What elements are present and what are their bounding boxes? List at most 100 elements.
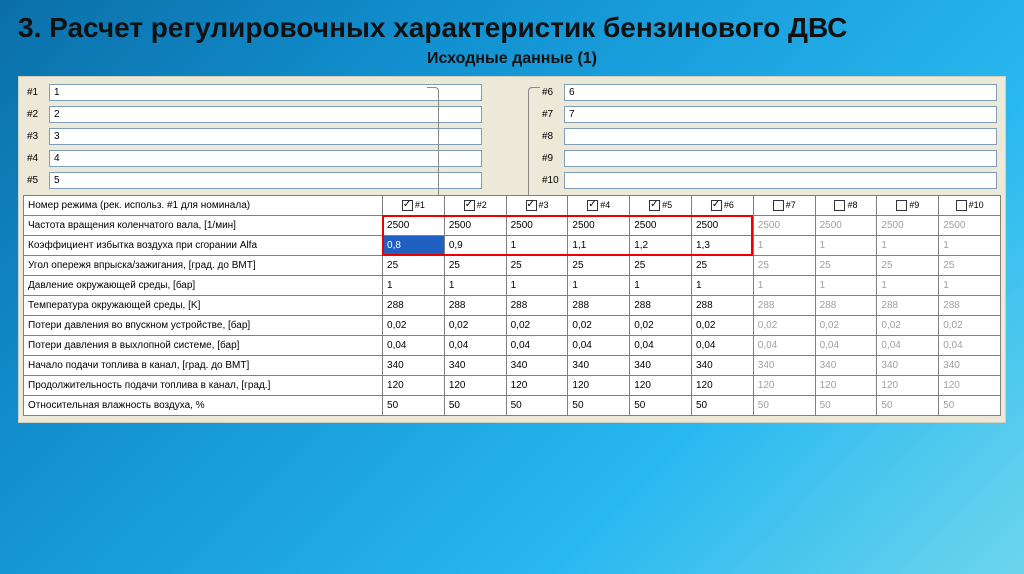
checkbox-icon[interactable] bbox=[834, 200, 845, 211]
value-cell[interactable]: 2500 bbox=[444, 216, 506, 236]
value-cell[interactable]: 50 bbox=[692, 396, 754, 416]
mode-left-input[interactable] bbox=[49, 150, 482, 167]
value-cell[interactable]: 288 bbox=[753, 296, 815, 316]
value-cell[interactable]: 288 bbox=[383, 296, 445, 316]
value-cell[interactable]: 0,02 bbox=[877, 316, 939, 336]
value-cell[interactable]: 340 bbox=[568, 356, 630, 376]
column-header[interactable]: #5 bbox=[630, 196, 692, 216]
checkbox-icon[interactable] bbox=[402, 200, 413, 211]
value-cell[interactable]: 0,02 bbox=[568, 316, 630, 336]
value-cell[interactable]: 120 bbox=[630, 376, 692, 396]
value-cell[interactable]: 1 bbox=[939, 236, 1001, 256]
mode-right-input[interactable] bbox=[564, 128, 997, 145]
value-cell[interactable]: 0,02 bbox=[692, 316, 754, 336]
value-cell[interactable]: 1 bbox=[877, 236, 939, 256]
value-cell[interactable]: 0,8 bbox=[383, 236, 445, 256]
value-cell[interactable]: 340 bbox=[630, 356, 692, 376]
value-cell[interactable]: 1 bbox=[506, 276, 568, 296]
value-cell[interactable]: 120 bbox=[383, 376, 445, 396]
value-cell[interactable]: 288 bbox=[630, 296, 692, 316]
column-header[interactable]: #9 bbox=[877, 196, 939, 216]
column-header[interactable]: #7 bbox=[753, 196, 815, 216]
value-cell[interactable]: 2500 bbox=[383, 216, 445, 236]
value-cell[interactable]: 0,04 bbox=[383, 336, 445, 356]
value-cell[interactable]: 1 bbox=[753, 236, 815, 256]
value-cell[interactable]: 0,02 bbox=[506, 316, 568, 336]
value-cell[interactable]: 25 bbox=[815, 256, 877, 276]
value-cell[interactable]: 288 bbox=[877, 296, 939, 316]
value-cell[interactable]: 0,02 bbox=[753, 316, 815, 336]
checkbox-icon[interactable] bbox=[649, 200, 660, 211]
value-cell[interactable]: 120 bbox=[506, 376, 568, 396]
checkbox-icon[interactable] bbox=[773, 200, 784, 211]
value-cell[interactable]: 1 bbox=[692, 276, 754, 296]
value-cell[interactable]: 288 bbox=[815, 296, 877, 316]
value-cell[interactable]: 1 bbox=[815, 276, 877, 296]
column-header[interactable]: #4 bbox=[568, 196, 630, 216]
value-cell[interactable]: 25 bbox=[506, 256, 568, 276]
value-cell[interactable]: 2500 bbox=[939, 216, 1001, 236]
value-cell[interactable]: 120 bbox=[939, 376, 1001, 396]
value-cell[interactable]: 0,04 bbox=[444, 336, 506, 356]
value-cell[interactable]: 120 bbox=[568, 376, 630, 396]
value-cell[interactable]: 0,9 bbox=[444, 236, 506, 256]
value-cell[interactable]: 120 bbox=[692, 376, 754, 396]
value-cell[interactable]: 0,04 bbox=[939, 336, 1001, 356]
value-cell[interactable]: 0,02 bbox=[383, 316, 445, 336]
value-cell[interactable]: 2500 bbox=[506, 216, 568, 236]
value-cell[interactable]: 2500 bbox=[692, 216, 754, 236]
checkbox-icon[interactable] bbox=[464, 200, 475, 211]
mode-right-input[interactable] bbox=[564, 84, 997, 101]
column-header[interactable]: #3 bbox=[506, 196, 568, 216]
value-cell[interactable]: 1 bbox=[568, 276, 630, 296]
checkbox-icon[interactable] bbox=[526, 200, 537, 211]
value-cell[interactable]: 1 bbox=[444, 276, 506, 296]
value-cell[interactable]: 288 bbox=[444, 296, 506, 316]
value-cell[interactable]: 50 bbox=[444, 396, 506, 416]
value-cell[interactable]: 340 bbox=[383, 356, 445, 376]
value-cell[interactable]: 1 bbox=[753, 276, 815, 296]
value-cell[interactable]: 2500 bbox=[815, 216, 877, 236]
value-cell[interactable]: 50 bbox=[939, 396, 1001, 416]
value-cell[interactable]: 288 bbox=[506, 296, 568, 316]
value-cell[interactable]: 0,02 bbox=[444, 316, 506, 336]
value-cell[interactable]: 0,04 bbox=[753, 336, 815, 356]
value-cell[interactable]: 0,04 bbox=[506, 336, 568, 356]
value-cell[interactable]: 120 bbox=[877, 376, 939, 396]
value-cell[interactable]: 1 bbox=[383, 276, 445, 296]
value-cell[interactable]: 340 bbox=[692, 356, 754, 376]
value-cell[interactable]: 2500 bbox=[753, 216, 815, 236]
mode-right-input[interactable] bbox=[564, 150, 997, 167]
value-cell[interactable]: 340 bbox=[939, 356, 1001, 376]
value-cell[interactable]: 2500 bbox=[568, 216, 630, 236]
value-cell[interactable]: 0,02 bbox=[815, 316, 877, 336]
value-cell[interactable]: 340 bbox=[815, 356, 877, 376]
value-cell[interactable]: 120 bbox=[444, 376, 506, 396]
value-cell[interactable]: 1,2 bbox=[630, 236, 692, 256]
value-cell[interactable]: 340 bbox=[506, 356, 568, 376]
value-cell[interactable]: 25 bbox=[444, 256, 506, 276]
value-cell[interactable]: 288 bbox=[939, 296, 1001, 316]
value-cell[interactable]: 0,04 bbox=[692, 336, 754, 356]
column-header[interactable]: #6 bbox=[692, 196, 754, 216]
value-cell[interactable]: 25 bbox=[630, 256, 692, 276]
value-cell[interactable]: 0,04 bbox=[877, 336, 939, 356]
value-cell[interactable]: 1,3 bbox=[692, 236, 754, 256]
value-cell[interactable]: 1,1 bbox=[568, 236, 630, 256]
value-cell[interactable]: 0,02 bbox=[939, 316, 1001, 336]
value-cell[interactable]: 340 bbox=[444, 356, 506, 376]
value-cell[interactable]: 25 bbox=[383, 256, 445, 276]
value-cell[interactable]: 1 bbox=[630, 276, 692, 296]
value-cell[interactable]: 50 bbox=[568, 396, 630, 416]
mode-left-input[interactable] bbox=[49, 106, 482, 123]
value-cell[interactable]: 120 bbox=[753, 376, 815, 396]
value-cell[interactable]: 50 bbox=[753, 396, 815, 416]
value-cell[interactable]: 50 bbox=[630, 396, 692, 416]
value-cell[interactable]: 0,02 bbox=[630, 316, 692, 336]
value-cell[interactable]: 25 bbox=[939, 256, 1001, 276]
mode-left-input[interactable] bbox=[49, 128, 482, 145]
checkbox-icon[interactable] bbox=[711, 200, 722, 211]
column-header[interactable]: #1 bbox=[383, 196, 445, 216]
value-cell[interactable]: 0,04 bbox=[568, 336, 630, 356]
mode-right-input[interactable] bbox=[564, 106, 997, 123]
